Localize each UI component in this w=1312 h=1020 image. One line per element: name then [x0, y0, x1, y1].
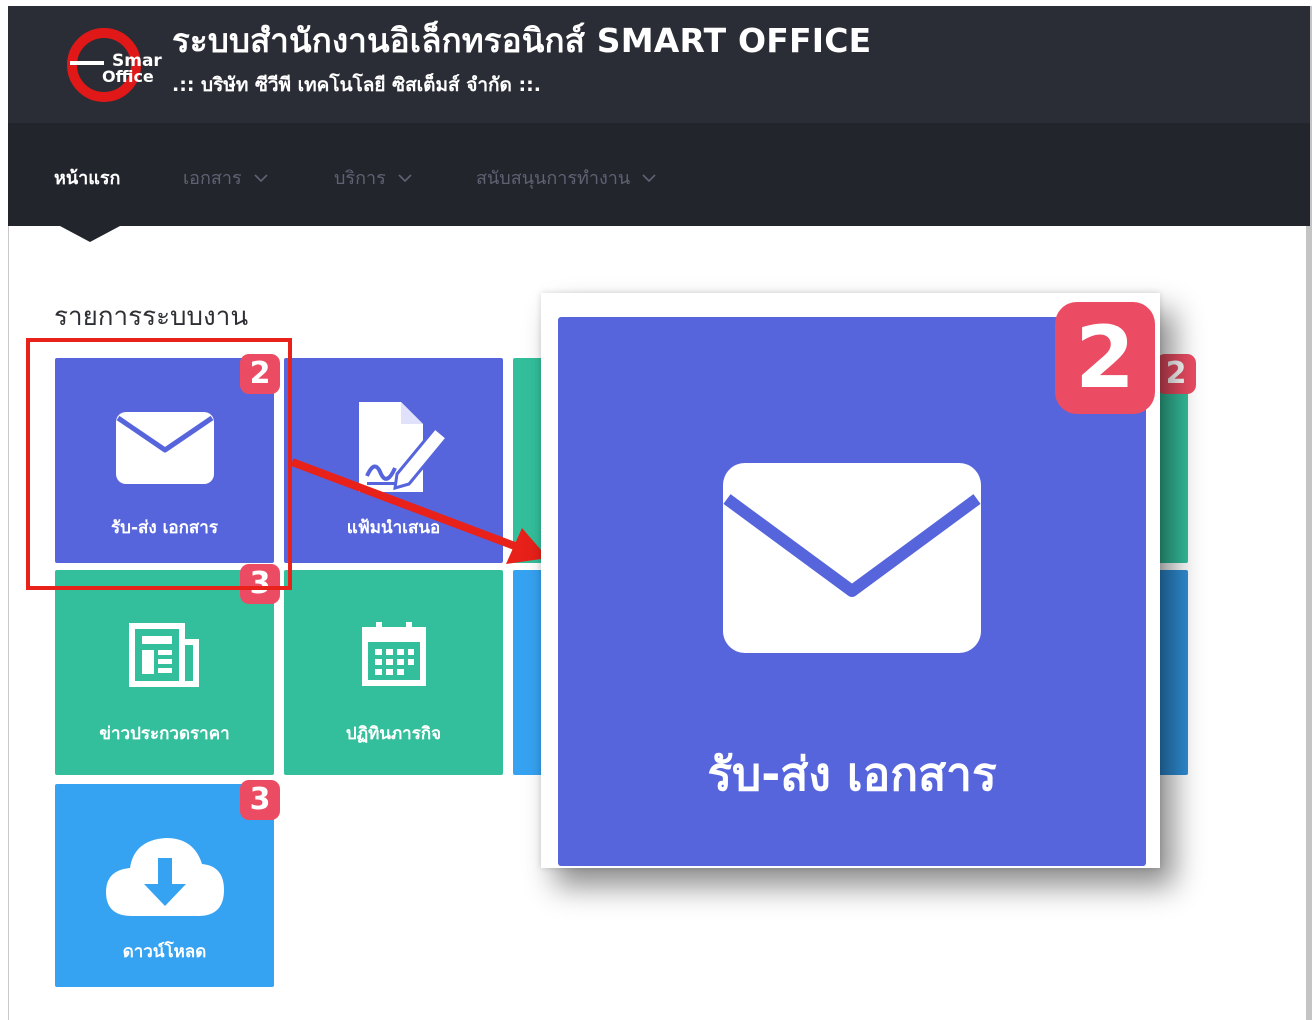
chevron-down-icon	[398, 173, 412, 182]
chevron-down-icon	[254, 173, 268, 182]
annotation-highlight-box	[26, 338, 292, 590]
chevron-down-icon	[642, 173, 656, 182]
active-nav-pointer	[60, 226, 120, 242]
nav-item-home[interactable]: หน้าแรก	[54, 163, 120, 192]
nav-item-label: บริการ	[334, 168, 386, 189]
tile-label: ดาวน์โหลด	[122, 942, 207, 962]
app-title: ระบบสำนักงานอิเล็กทรอนิกส์ SMART OFFICE	[172, 21, 872, 60]
tile-label: ปฏิทินภารกิจ	[345, 724, 442, 744]
nav-item-documents[interactable]: เอกสาร	[183, 163, 268, 192]
nav-item-label: เอกสาร	[183, 168, 242, 189]
zoom-notification-badge: 2	[1055, 302, 1155, 414]
tile-label: แฟ้มนำเสนอ	[346, 518, 441, 538]
section-title: รายการระบบงาน	[54, 302, 249, 332]
notification-badge: 2	[1156, 354, 1196, 394]
notification-badge: 3	[240, 780, 280, 820]
tile-bidding-news[interactable]: ข่าวประกวดราคา 3	[55, 564, 280, 775]
nav-item-services[interactable]: บริการ	[334, 163, 412, 192]
tile-mission-calendar[interactable]: ปฏิทินภารกิจ	[284, 570, 503, 775]
smart-office-logo[interactable]: Smart Office	[66, 26, 162, 104]
app-subtitle: .:: บริษัท ซีวีพี เทคโนโลยี ซิสเต็มส์ จำ…	[172, 74, 541, 96]
tile-label: ข่าวประกวดราคา	[99, 724, 230, 744]
calendar-icon	[361, 622, 426, 686]
envelope-icon	[723, 463, 981, 653]
main-navbar: หน้าแรก เอกสาร บริการ สนับสนุนการทำงาน	[8, 123, 1310, 226]
newspaper-icon	[128, 623, 199, 687]
cloud-download-icon	[105, 838, 224, 916]
nav-item-label: สนับสนุนการทำงาน	[476, 168, 631, 189]
tile-presentation-file[interactable]: แฟ้มนำเสนอ	[284, 358, 503, 563]
zoom-tile-label: รับ-ส่ง เอกสาร	[707, 747, 997, 801]
tile-download[interactable]: ดาวน์โหลด 3	[55, 780, 280, 987]
document-sign-icon	[358, 402, 449, 492]
nav-item-support[interactable]: สนับสนุนการทำงาน	[476, 163, 656, 192]
nav-item-label: หน้าแรก	[54, 168, 121, 189]
app-header: Smart Office ระบบสำนักงานอิเล็กทรอนิกส์ …	[8, 6, 1310, 123]
logo-text-office: Office	[102, 67, 154, 86]
